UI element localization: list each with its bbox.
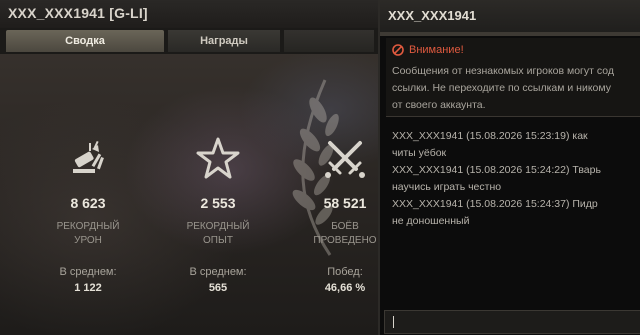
tab-awards[interactable]: Награды — [168, 30, 280, 52]
stat-max-damage: 8 623 РЕКОРДНЫЙ УРОН В среднем: 1 122 — [28, 135, 148, 294]
warning-title: Внимание! — [409, 44, 464, 56]
stat-value: 2 553 — [200, 195, 236, 211]
stat-average-value: 565 — [208, 282, 228, 294]
tab-summary[interactable]: Сводка — [6, 30, 164, 52]
tab-more[interactable] — [284, 30, 374, 52]
warning-line: ссылки. Не переходите по ссылкам и ником… — [392, 82, 611, 94]
profile-titlebar[interactable]: XXX_XXX1941 [G-LI] — [0, 0, 390, 28]
damage-shell-icon — [28, 135, 148, 181]
profile-title: XXX_XXX1941 [G-LI] — [8, 5, 148, 21]
chat-message-line: XXX_XXX1941 (15.08.2026 15:24:37) Пидр — [392, 198, 598, 210]
chat-message-line: XXX_XXX1941 (15.08.2026 15:24:22) Тварь — [392, 164, 601, 176]
stat-label: РЕКОРДНЫЙ ОПЫТ — [186, 221, 250, 246]
stat-average-label: В среднем: — [59, 266, 117, 278]
profile-tabbar: Сводка Награды — [0, 28, 390, 54]
chat-message-line: не доношенный — [392, 215, 470, 227]
chat-message: XXX_XXX1941 (15.08.2026 15:24:22) Тварь … — [392, 162, 640, 196]
warning-line: Сообщения от незнакомых игроков могут со… — [392, 65, 614, 77]
chat-input[interactable] — [384, 310, 640, 334]
chat-title: XXX_XXX1941 — [388, 8, 477, 23]
warning-box: Внимание! Сообщения от незнакомых игроко… — [386, 38, 640, 117]
star-icon — [158, 135, 278, 181]
chat-message-line: читы уёбок — [392, 147, 447, 159]
profile-window: XXX_XXX1941 [G-LI] Сводка Награды 8 623 … — [0, 0, 390, 335]
stat-value: 8 623 — [70, 195, 106, 211]
chat-divider — [380, 32, 640, 36]
warning-line: от своего аккаунта. — [392, 99, 486, 111]
stat-average-label: В среднем: — [189, 266, 247, 278]
stat-average-value: 1 122 — [74, 282, 102, 294]
chat-message-line: научись играть честно — [392, 181, 502, 193]
warning-text: Сообщения от незнакомых игроков могут со… — [392, 63, 640, 114]
prohibited-icon — [392, 44, 404, 56]
chat-titlebar[interactable]: XXX_XXX1941 — [380, 0, 640, 32]
chat-window: XXX_XXX1941 Внимание! Сообщения от незна… — [378, 0, 640, 335]
stat-max-experience: 2 553 РЕКОРДНЫЙ ОПЫТ В среднем: 565 — [158, 135, 278, 294]
warning-header: Внимание! — [392, 44, 464, 56]
chat-message: XXX_XXX1941 (15.08.2026 15:23:19) как чи… — [392, 128, 640, 162]
text-caret — [393, 316, 394, 328]
message-list: XXX_XXX1941 (15.08.2026 15:23:19) как чи… — [392, 128, 640, 230]
stat-label: РЕКОРДНЫЙ УРОН — [56, 221, 120, 246]
screen: XXX_XXX1941 [G-LI] Сводка Награды 8 623 … — [0, 0, 640, 335]
chat-message: XXX_XXX1941 (15.08.2026 15:24:37) Пидр н… — [392, 196, 640, 230]
chat-message-line: XXX_XXX1941 (15.08.2026 15:23:19) как — [392, 130, 588, 142]
